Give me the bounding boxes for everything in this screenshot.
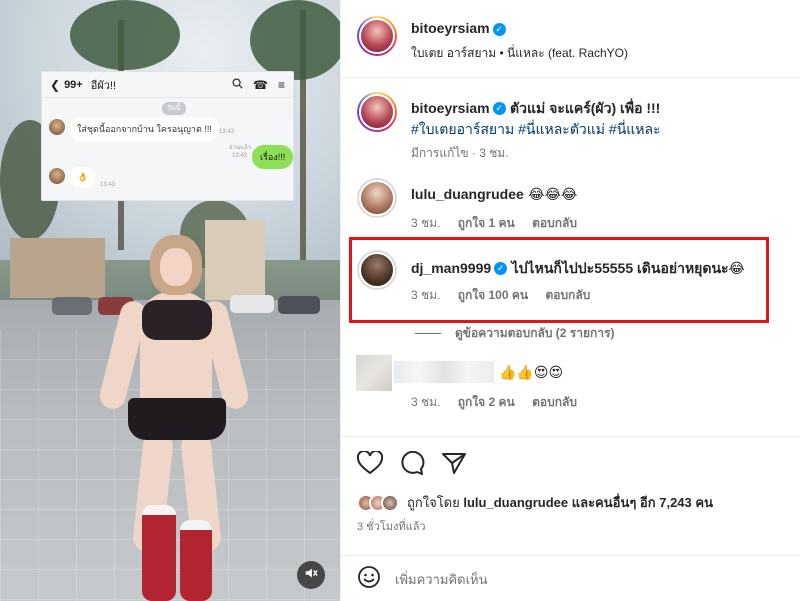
chat-bubble-incoming: ใส่ชุดนี้ออกจากบ้าน ใครอนุญาต !!! [69,117,220,141]
heart-icon[interactable] [356,449,384,480]
parked-car [52,297,92,315]
comment-likes[interactable]: ถูกใจ 1 คน [458,216,515,230]
chat-day-label: วันนี้ [162,102,186,115]
phone-icon: ☎ [253,77,268,92]
chat-screenshot-overlay: ❮ 99+ อีผัว!! ☎ ≡ วันนี้ ใส่ชุดนี้ออกจาก… [41,71,294,201]
chat-bubble-incoming: 👌 [69,167,97,188]
verified-badge-icon: ✓ [492,22,506,36]
menu-icon: ≡ [277,77,285,92]
highlight-box [349,237,769,323]
music-label[interactable]: ใบเตย อาร์สยาม • นี่แหละ (feat. RachYO) [411,44,628,63]
comment-likes[interactable]: ถูกใจ 100 คน [458,288,528,302]
caption: bitoeyrsiam ✓ ตัวแม่ จะแคร์(ผัว) เพื่อ !!… [411,98,781,140]
liker-avatar [381,493,399,512]
reply-button[interactable]: ตอบกลับ [532,216,577,230]
chat-time: 13:43 [232,153,248,159]
chat-bubble-outgoing: เรื่อง!!! [252,145,294,169]
chat-header: ❮ 99+ อีผัว!! ☎ ≡ [42,72,293,98]
comment-text: ไปไหนก็ไปปะ55555 เดินอย่าหยุดนะ😂 [511,260,745,276]
view-replies-toggle[interactable]: ดูข้อความตอบกลับ (2 รายการ) [415,324,614,343]
likes-others[interactable]: และคนอื่นๆ อีก 7,243 คน [572,492,713,513]
figure-boot [142,505,176,601]
palm-leaves [70,0,180,70]
parked-car [278,296,320,314]
add-comment-bar: เพิ่มความคิดเห็น [341,555,800,601]
palm-leaves [250,0,340,80]
comment-likes[interactable]: ถูกใจ 2 คน [458,395,515,409]
building [10,238,105,298]
view-replies-label[interactable]: ดูข้อความตอบกลับ (2 รายการ) [455,326,614,340]
mute-button[interactable] [297,561,325,589]
verified-badge-icon: ✓ [492,102,506,116]
figure-top [142,300,212,340]
figure-face [160,248,192,286]
comment-avatar[interactable] [357,250,397,290]
comment-username[interactable]: bitoeyrsiam [411,100,490,116]
comment-row: lulu_duangrudee 😂😂😂 [411,186,577,204]
comment-row: dj_man9999 ✓ ไปไหนก็ไปปะ55555 เดินอย่าหยุ… [411,258,745,280]
likes-prefix: ถูกใจโดย [407,495,460,510]
chat-read-label: อ่านแล้ว [229,145,251,151]
comment-meta: 3 ชม. ถูกใจ 100 คน ตอบกลับ [411,286,604,305]
comment-meta: 3 ชม. ถูกใจ 2 คน ตอบกลับ [411,393,591,412]
search-icon [232,77,243,92]
speaker-muted-icon [304,566,318,585]
add-comment-input[interactable]: เพิ่มความคิดเห็น [395,569,488,590]
unread-count: 99+ [64,78,83,91]
figure-boot [180,520,212,601]
author-username-text[interactable]: bitoeyrsiam [411,20,490,36]
post-details-panel: bitoeyrsiam ✓ ใบเตย อาร์สยาม • นี่แหละ (f… [340,0,800,601]
comment-username[interactable] [394,361,494,383]
comment-avatar[interactable] [357,92,397,132]
post-actions: ถูกใจโดย lulu_duangrudee และคนอื่นๆ อีก … [341,436,800,601]
comment-time: 3 ชม. [411,395,441,409]
chat-avatar [49,168,65,184]
comment-username[interactable]: lulu_duangrudee [411,186,524,202]
comment-text: 👍👍😍😍 [499,364,564,380]
chat-time: 13:43 [219,129,235,135]
building [205,220,265,300]
share-icon[interactable] [441,451,467,480]
parked-car [230,295,274,313]
comment-icon[interactable] [399,450,425,480]
likes-summary: ถูกใจโดย lulu_duangrudee และคนอื่นๆ อีก … [357,492,713,513]
post-time: 3 ชั่วโมงที่แล้ว [357,521,426,533]
comment-avatar[interactable] [356,355,392,391]
author-username[interactable]: bitoeyrsiam ✓ [411,20,506,36]
caption-hashtags[interactable]: #ใบเตยอาร์สยาม #นี่แหละตัวแม่ #นี่แหละ [411,121,661,137]
chat-contact-name: อีผัว!! [90,79,117,92]
likes-user[interactable]: lulu_duangrudee [463,495,568,510]
comment-meta: 3 ชม. ถูกใจ 1 คน ตอบกลับ [411,214,591,233]
comment-text: 😂😂😂 [528,186,578,202]
reply-button[interactable]: ตอบกลับ [532,395,577,409]
chat-time: 13:43 [100,182,116,188]
chevron-left-icon: ❮ [50,77,61,92]
caption-meta: มีการแก้ไข · 3 ชม. [411,146,509,160]
reply-button[interactable]: ตอบกลับ [545,288,590,302]
verified-badge-icon: ✓ [494,262,508,276]
post-media[interactable]: ❮ 99+ อีผัว!! ☎ ≡ วันนี้ ใส่ชุดนี้ออกจาก… [0,0,340,601]
caption-text: ตัวแม่ จะแคร์(ผัว) เพื่อ !!! [510,100,661,116]
comment-avatar[interactable] [357,178,397,218]
chat-avatar [49,119,65,135]
emoji-icon[interactable] [357,565,381,594]
figure-skirt [128,398,226,440]
comment-username[interactable]: dj_man9999 [411,260,491,276]
comment-time: 3 ชม. [411,216,441,230]
divider-line [415,333,441,335]
post-header: bitoeyrsiam ✓ ใบเตย อาร์สยาม • นี่แหละ (f… [341,0,800,78]
comment-time: 3 ชม. [411,288,441,302]
author-avatar[interactable] [357,16,397,56]
